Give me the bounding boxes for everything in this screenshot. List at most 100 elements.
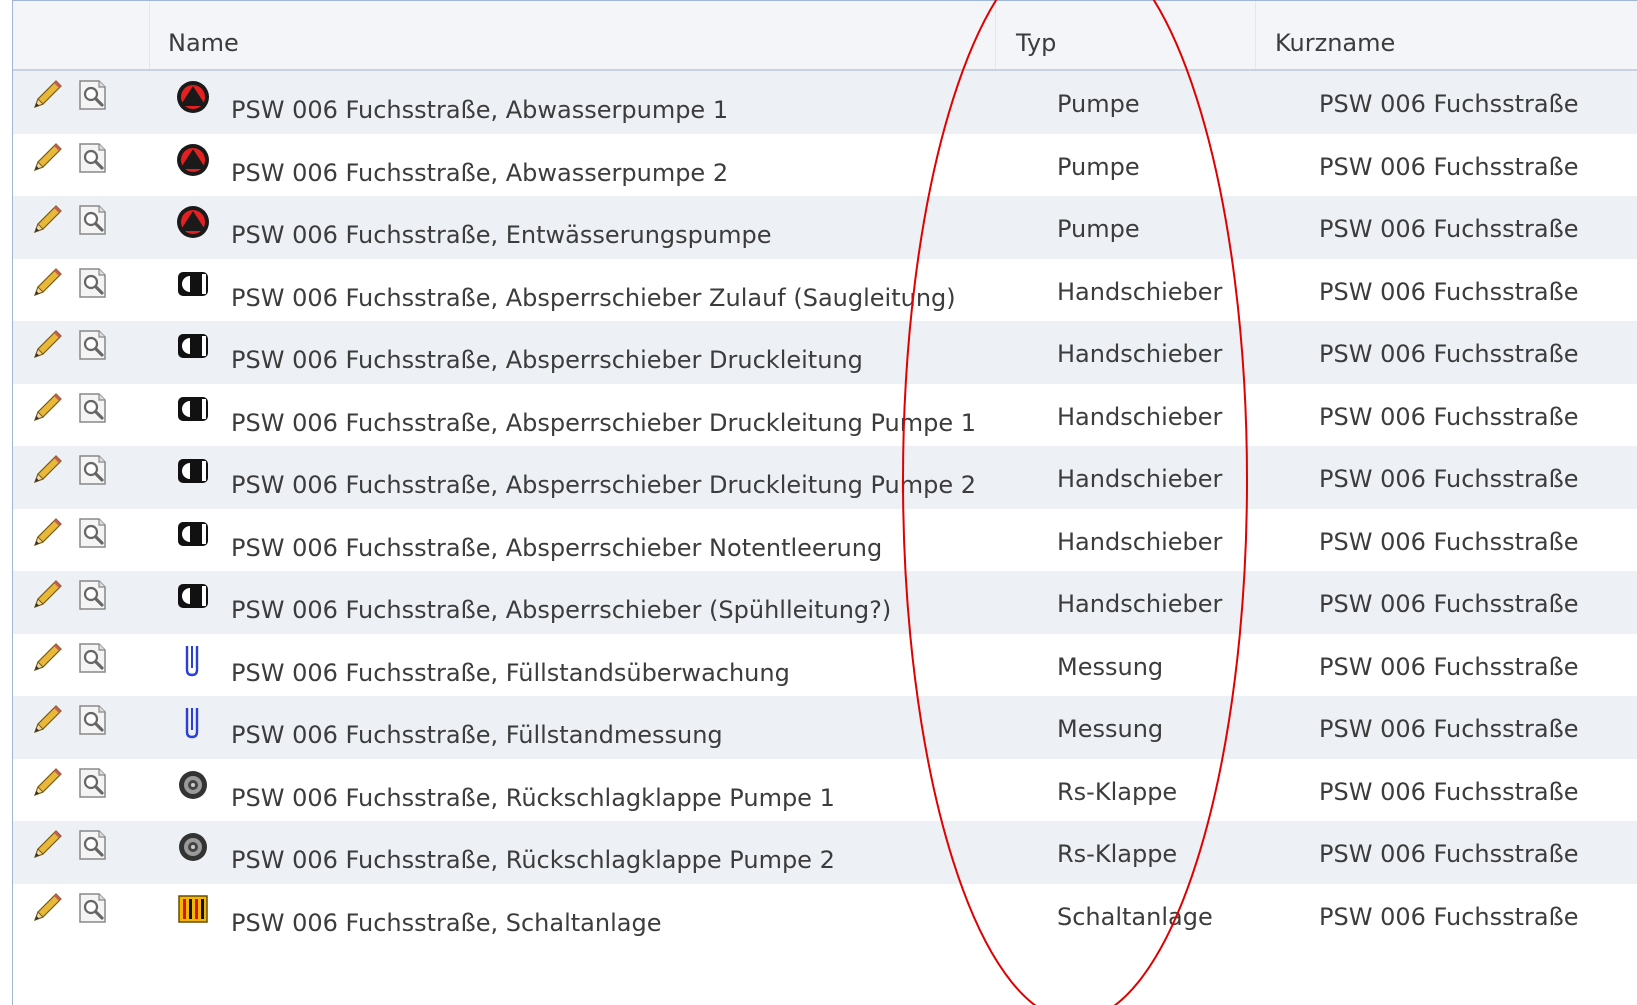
cell-name: PSW 006 Fuchsstraße, Abwasserpumpe 2: [231, 158, 729, 187]
table-row[interactable]: PSW 006 Fuchsstraße, Absperrschieber Not…: [13, 508, 1637, 571]
cell-typ: Handschieber: [1057, 340, 1223, 368]
document-view-icon[interactable]: [75, 577, 111, 613]
cell-kurzname: PSW 006 Fuchsstraße: [1319, 777, 1579, 806]
cell-kurzname: PSW 006 Fuchsstraße: [1319, 465, 1579, 493]
cell-kurzname: PSW 006 Fuchsstraße: [1319, 402, 1579, 431]
gate-valve-icon: [175, 454, 211, 490]
table-row[interactable]: PSW 006 Fuchsstraße, Rückschlagklappe Pu…: [13, 821, 1637, 884]
pencil-icon[interactable]: [29, 702, 65, 738]
pencil-icon[interactable]: [29, 327, 65, 363]
gate-valve-icon: [175, 579, 211, 615]
column-separator: [1255, 1, 1256, 69]
cell-name: PSW 006 Fuchsstraße, Schaltanlage: [231, 908, 662, 937]
cell-typ: Handschieber: [1057, 402, 1223, 431]
gate-valve-icon: [175, 329, 211, 365]
cell-typ: Rs-Klappe: [1057, 840, 1178, 868]
cell-typ: Handschieber: [1057, 277, 1223, 306]
grid-body: PSW 006 Fuchsstraße, Abwasserpumpe 1 Pump…: [13, 71, 1637, 946]
table-row[interactable]: PSW 006 Fuchsstraße, Absperrschieber Dru…: [13, 321, 1637, 384]
pencil-icon[interactable]: [29, 765, 65, 801]
cell-kurzname: PSW 006 Fuchsstraße: [1319, 277, 1579, 306]
column-separator: [149, 1, 150, 69]
cell-typ: Messung: [1057, 652, 1164, 681]
cell-kurzname: PSW 006 Fuchsstraße: [1319, 527, 1579, 556]
check-valve-icon: [175, 829, 211, 865]
cell-kurzname: PSW 006 Fuchsstraße: [1319, 90, 1579, 118]
cell-name: PSW 006 Fuchsstraße, Absperrschieber Dru…: [231, 408, 977, 437]
document-view-icon[interactable]: [75, 827, 111, 863]
table-row[interactable]: PSW 006 Fuchsstraße, Füllstandmessung Mes…: [13, 696, 1637, 759]
document-view-icon[interactable]: [75, 515, 111, 551]
cell-typ: Pumpe: [1057, 152, 1140, 181]
cell-kurzname: PSW 006 Fuchsstraße: [1319, 715, 1579, 743]
cell-name: PSW 006 Fuchsstraße, Absperrschieber Dru…: [231, 346, 863, 374]
pump-icon: [175, 142, 211, 178]
cell-kurzname: PSW 006 Fuchsstraße: [1319, 652, 1579, 681]
table-row[interactable]: PSW 006 Fuchsstraße, Absperrschieber Dru…: [13, 446, 1637, 509]
switchgear-icon: [175, 892, 211, 928]
pencil-icon[interactable]: [29, 640, 65, 676]
cell-typ: Handschieber: [1057, 465, 1223, 493]
pencil-icon[interactable]: [29, 827, 65, 863]
pencil-icon[interactable]: [29, 452, 65, 488]
table-row[interactable]: PSW 006 Fuchsstraße, Absperrschieber Dru…: [13, 383, 1637, 446]
cell-kurzname: PSW 006 Fuchsstraße: [1319, 340, 1579, 368]
cell-typ: Handschieber: [1057, 590, 1223, 618]
cell-typ: Pumpe: [1057, 215, 1140, 243]
document-view-icon[interactable]: [75, 390, 111, 426]
document-view-icon[interactable]: [75, 452, 111, 488]
pencil-icon[interactable]: [29, 890, 65, 926]
cell-typ: Rs-Klappe: [1057, 777, 1178, 806]
cell-name: PSW 006 Fuchsstraße, Absperrschieber Dru…: [231, 471, 977, 499]
document-view-icon[interactable]: [75, 765, 111, 801]
document-view-icon[interactable]: [75, 327, 111, 363]
cell-name: PSW 006 Fuchsstraße, Entwässerungspumpe: [231, 221, 772, 249]
table-row[interactable]: PSW 006 Fuchsstraße, Absperrschieber Zul…: [13, 258, 1637, 321]
gate-valve-icon: [175, 392, 211, 428]
cell-kurzname: PSW 006 Fuchsstraße: [1319, 152, 1579, 181]
document-view-icon[interactable]: [75, 77, 111, 113]
table-row[interactable]: PSW 006 Fuchsstraße, Abwasserpumpe 2 Pump…: [13, 133, 1637, 196]
pencil-icon[interactable]: [29, 390, 65, 426]
level-sensor-icon: [175, 704, 211, 740]
pump-icon: [175, 79, 211, 115]
pencil-icon[interactable]: [29, 265, 65, 301]
check-valve-icon: [175, 767, 211, 803]
table-row[interactable]: PSW 006 Fuchsstraße, Rückschlagklappe Pu…: [13, 758, 1637, 821]
cell-name: PSW 006 Fuchsstraße, Füllstandsüberwachu…: [231, 658, 790, 687]
gate-valve-icon: [175, 517, 211, 553]
pencil-icon[interactable]: [29, 77, 65, 113]
table-row[interactable]: PSW 006 Fuchsstraße, Abwasserpumpe 1 Pump…: [13, 71, 1637, 134]
table-row[interactable]: PSW 006 Fuchsstraße, Füllstandsüberwachu…: [13, 633, 1637, 696]
grid-header: Name Typ Kurzname: [13, 1, 1637, 71]
cell-kurzname: PSW 006 Fuchsstraße: [1319, 840, 1579, 868]
cell-name: PSW 006 Fuchsstraße, Rückschlagklappe Pu…: [231, 846, 835, 874]
cell-name: PSW 006 Fuchsstraße, Füllstandmessung: [231, 721, 723, 749]
cell-name: PSW 006 Fuchsstraße, Rückschlagklappe Pu…: [231, 783, 835, 812]
table-row[interactable]: PSW 006 Fuchsstraße, Entwässerungspumpe P…: [13, 196, 1637, 259]
document-view-icon[interactable]: [75, 702, 111, 738]
cell-kurzname: PSW 006 Fuchsstraße: [1319, 590, 1579, 618]
pump-icon: [175, 204, 211, 240]
column-header-typ[interactable]: Typ: [1016, 1, 1056, 69]
cell-typ: Messung: [1057, 715, 1164, 743]
document-view-icon[interactable]: [75, 202, 111, 238]
cell-name: PSW 006 Fuchsstraße, Absperrschieber Zul…: [231, 283, 956, 312]
pencil-icon[interactable]: [29, 140, 65, 176]
cell-name: PSW 006 Fuchsstraße, Absperrschieber Not…: [231, 533, 883, 562]
gate-valve-icon: [175, 267, 211, 303]
table-row[interactable]: PSW 006 Fuchsstraße, Absperrschieber (Sp…: [13, 571, 1637, 634]
document-view-icon[interactable]: [75, 265, 111, 301]
column-header-kurzname[interactable]: Kurzname: [1275, 1, 1395, 69]
document-view-icon[interactable]: [75, 890, 111, 926]
pencil-icon[interactable]: [29, 515, 65, 551]
cell-typ: Schaltanlage: [1057, 902, 1213, 931]
pencil-icon[interactable]: [29, 577, 65, 613]
cell-kurzname: PSW 006 Fuchsstraße: [1319, 902, 1579, 931]
cell-typ: Pumpe: [1057, 90, 1140, 118]
table-row[interactable]: PSW 006 Fuchsstraße, Schaltanlage Schalta…: [13, 883, 1637, 946]
document-view-icon[interactable]: [75, 640, 111, 676]
pencil-icon[interactable]: [29, 202, 65, 238]
column-header-name[interactable]: Name: [168, 1, 239, 69]
document-view-icon[interactable]: [75, 140, 111, 176]
